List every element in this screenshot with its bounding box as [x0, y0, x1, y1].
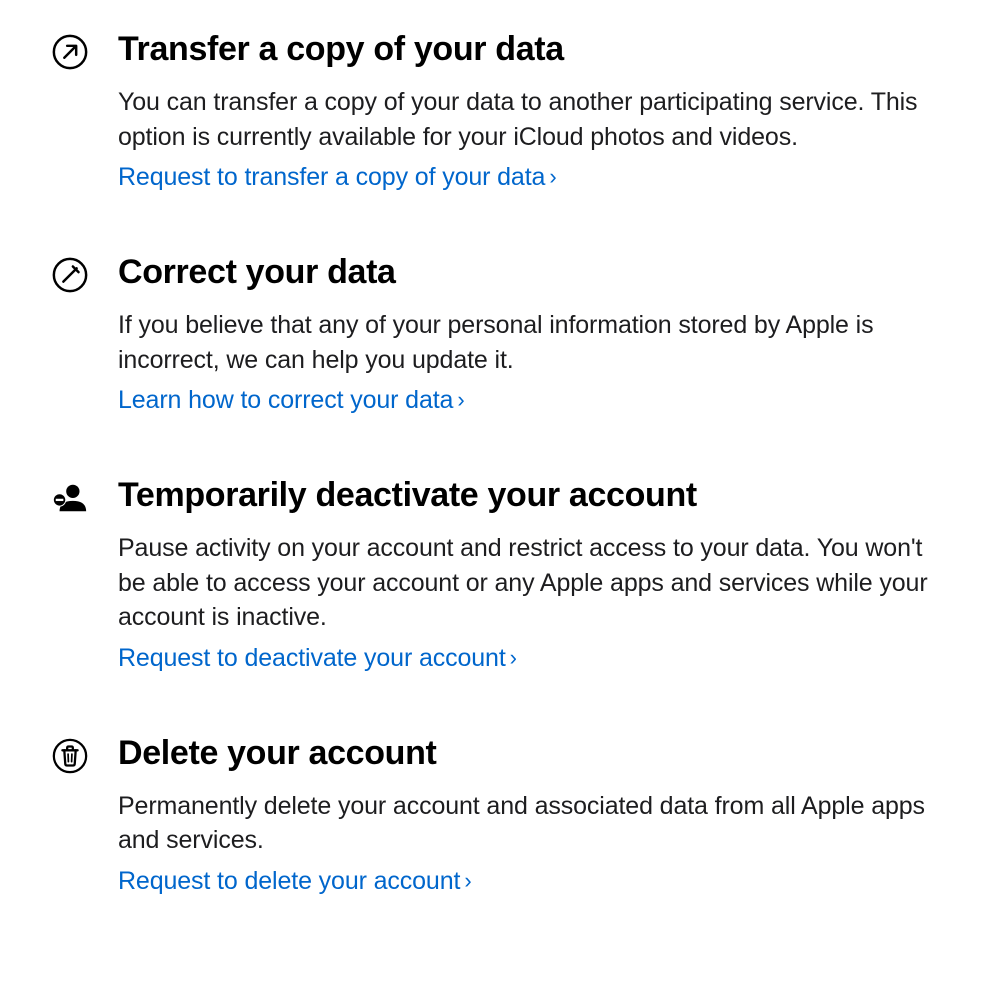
- correct-data-link[interactable]: Learn how to correct your data›: [118, 383, 465, 418]
- chevron-right-icon: ›: [464, 866, 471, 897]
- section-deactivate-account: Temporarily deactivate your account Paus…: [50, 476, 950, 676]
- transfer-data-link[interactable]: Request to transfer a copy of your data›: [118, 160, 557, 195]
- section-description: If you believe that any of your personal…: [118, 308, 938, 377]
- section-title: Delete your account: [118, 734, 938, 773]
- section-description: You can transfer a copy of your data to …: [118, 85, 938, 154]
- section-content: Transfer a copy of your data You can tra…: [118, 30, 938, 195]
- deactivate-account-link[interactable]: Request to deactivate your account›: [118, 641, 517, 676]
- section-correct-data: Correct your data If you believe that an…: [50, 253, 950, 418]
- section-content: Delete your account Permanently delete y…: [118, 734, 938, 899]
- chevron-right-icon: ›: [457, 385, 464, 416]
- arrow-up-right-circle-icon: [50, 32, 90, 72]
- link-label: Learn how to correct your data: [118, 386, 453, 414]
- trash-circle-icon: [50, 736, 90, 776]
- link-label: Request to deactivate your account: [118, 644, 506, 672]
- chevron-right-icon: ›: [510, 643, 517, 674]
- section-content: Temporarily deactivate your account Paus…: [118, 476, 938, 676]
- section-title: Transfer a copy of your data: [118, 30, 938, 69]
- section-content: Correct your data If you believe that an…: [118, 253, 938, 418]
- section-description: Permanently delete your account and asso…: [118, 789, 938, 858]
- delete-account-link[interactable]: Request to delete your account›: [118, 864, 472, 899]
- link-label: Request to transfer a copy of your data: [118, 163, 545, 191]
- section-title: Temporarily deactivate your account: [118, 476, 938, 515]
- link-label: Request to delete your account: [118, 867, 460, 895]
- section-title: Correct your data: [118, 253, 938, 292]
- person-deactivate-icon: [50, 478, 90, 518]
- section-delete-account: Delete your account Permanently delete y…: [50, 734, 950, 899]
- pencil-circle-icon: [50, 255, 90, 295]
- section-description: Pause activity on your account and restr…: [118, 531, 938, 635]
- section-transfer-data: Transfer a copy of your data You can tra…: [50, 30, 950, 195]
- chevron-right-icon: ›: [549, 162, 556, 193]
